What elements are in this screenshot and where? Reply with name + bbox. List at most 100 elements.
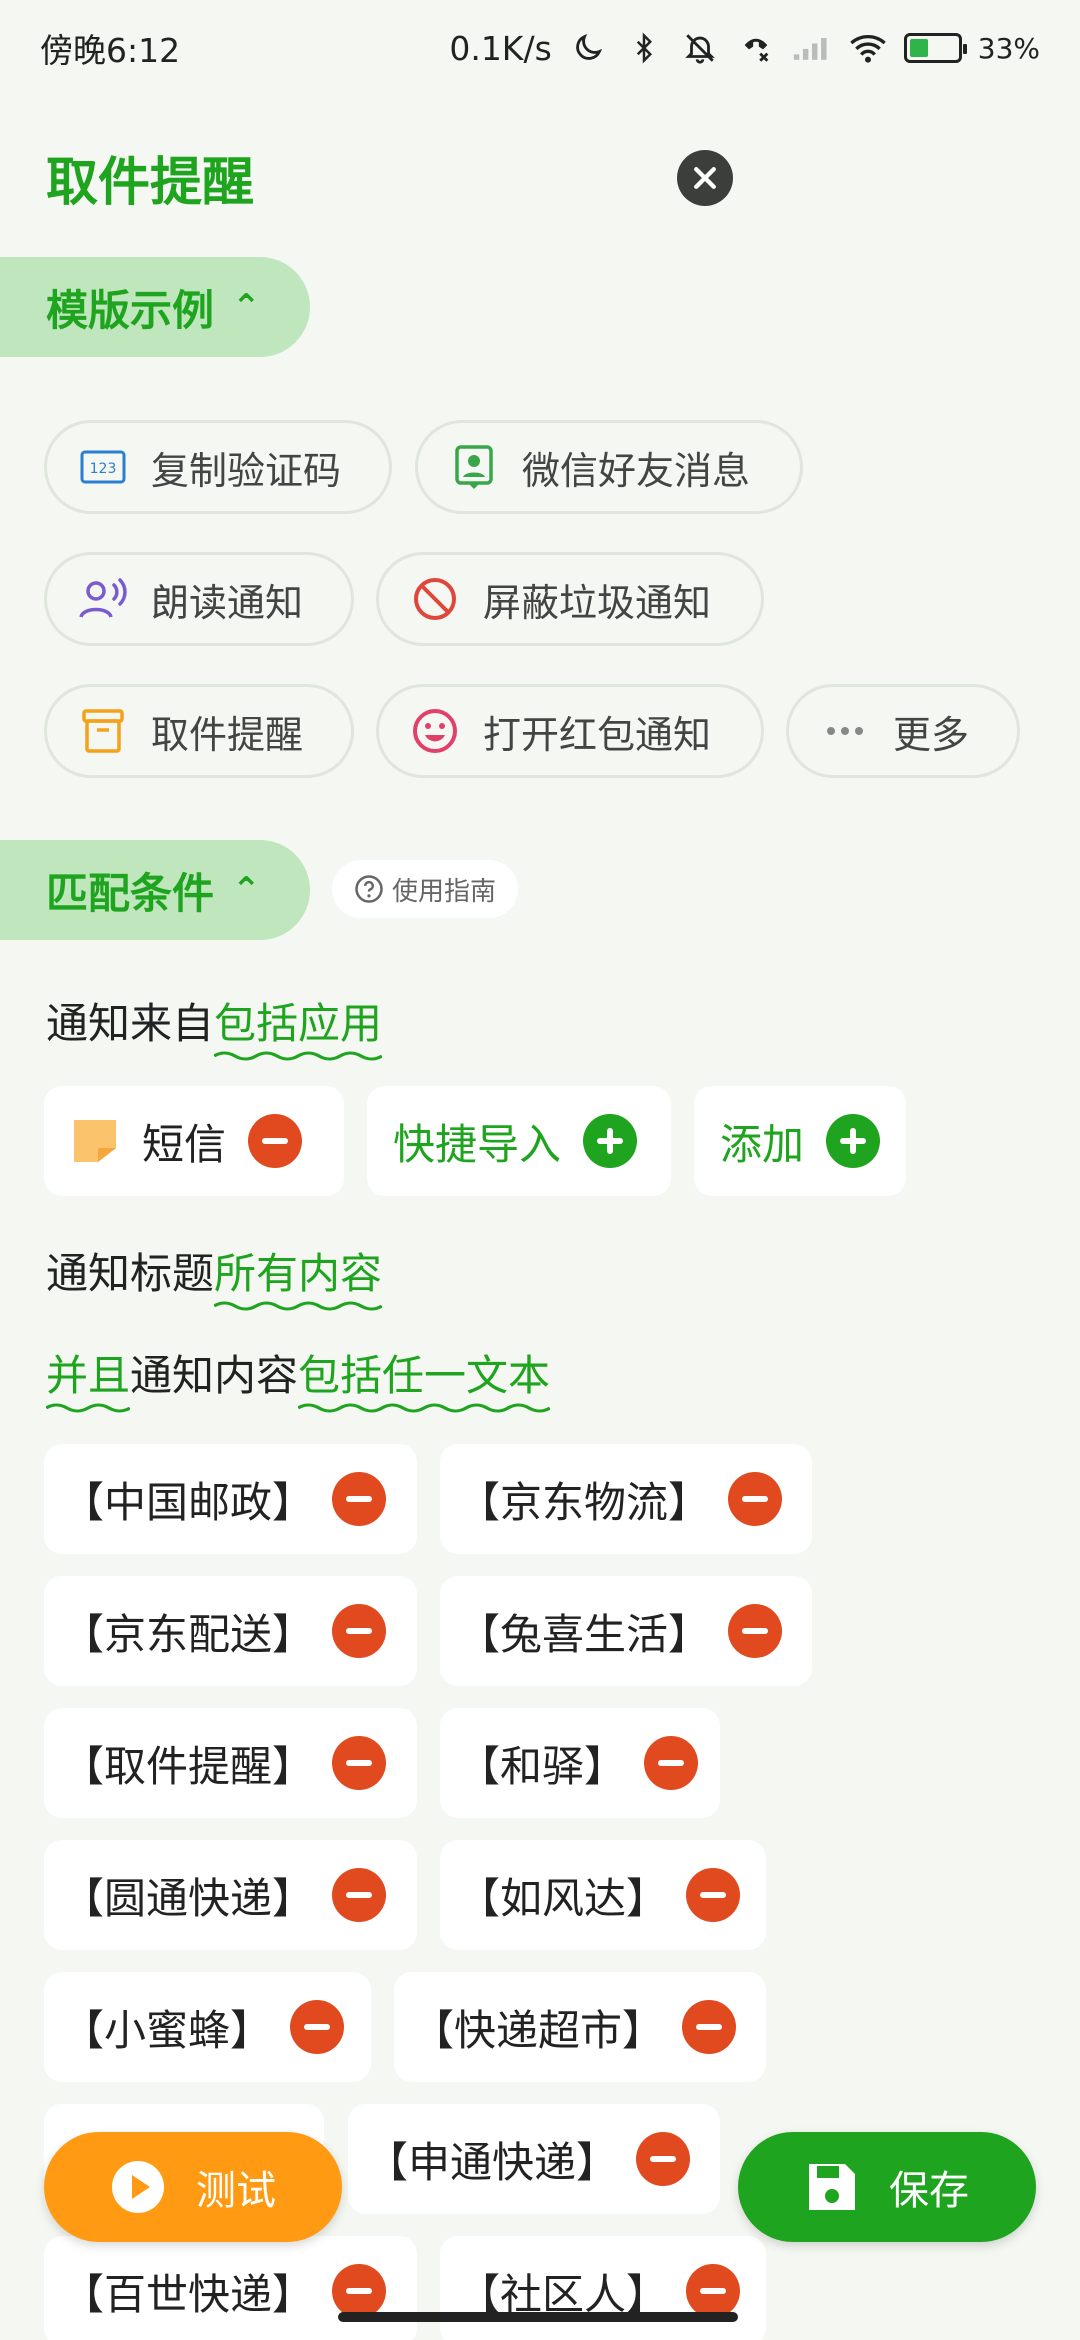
keyword-label: 【京东物流】 <box>458 1477 711 1527</box>
battery-level: 33% <box>977 31 1040 65</box>
save-button[interactable]: 保存 <box>738 2132 1036 2242</box>
keyword-chip[interactable]: 【百世快递】 <box>44 2236 417 2340</box>
template-chip-verify-code[interactable]: 123 复制验证码 <box>44 420 392 514</box>
keyword-label: 【快递超市】 <box>412 2005 665 2055</box>
remove-keyword-button[interactable] <box>332 1604 387 1658</box>
remove-app-button[interactable] <box>248 1114 303 1168</box>
moon-icon <box>568 28 608 68</box>
chip-label: 屏蔽垃圾通知 <box>483 580 712 625</box>
remove-keyword-button[interactable] <box>686 1868 741 1922</box>
plus-icon <box>826 1114 880 1168</box>
chip-label: 微信好友消息 <box>522 448 751 493</box>
source-prefix: 通知来自 <box>46 999 215 1048</box>
chevron-up-icon: ⌃ <box>232 870 261 910</box>
remove-keyword-button[interactable] <box>332 1472 387 1526</box>
template-chip-read-aloud[interactable]: 朗读通知 <box>44 552 354 646</box>
quick-import-label: 快捷导入 <box>393 1119 562 1169</box>
numbers-icon: 123 <box>77 441 129 493</box>
source-mode-label: 包括应用 <box>214 999 383 1048</box>
title-mode-selector[interactable]: 所有内容 <box>214 1249 383 1311</box>
wavy-underline <box>214 1301 383 1311</box>
bell-muted-icon <box>680 28 720 68</box>
chip-label: 复制验证码 <box>151 448 342 493</box>
keyword-chip[interactable]: 【申通快递】 <box>348 2104 720 2214</box>
conditions-section-label: 匹配条件 <box>46 868 215 918</box>
source-mode-selector[interactable]: 包括应用 <box>214 999 383 1061</box>
keyword-label: 【申通快递】 <box>366 2137 619 2187</box>
template-chip-wechat-friend[interactable]: 微信好友消息 <box>415 420 803 514</box>
logic-operator-label: 并且 <box>46 1351 131 1400</box>
keyword-chip[interactable]: 【京东物流】 <box>440 1444 812 1554</box>
source-condition-line: 通知来自包括应用 <box>46 990 383 1061</box>
remove-keyword-button[interactable] <box>644 1736 699 1790</box>
keyword-label: 【圆通快递】 <box>62 1873 315 1923</box>
keyword-chip[interactable]: 【如风达】 <box>440 1840 766 1950</box>
guide-button[interactable]: 使用指南 <box>332 860 518 918</box>
wavy-underline <box>298 1403 551 1413</box>
contact-icon <box>448 441 500 493</box>
content-mode-selector[interactable]: 包括任一文本 <box>298 1351 551 1413</box>
keyword-label: 【中国邮政】 <box>62 1477 315 1527</box>
home-indicator[interactable] <box>338 2312 738 2322</box>
wavy-underline <box>46 1403 131 1413</box>
keyword-chip[interactable]: 【中国邮政】 <box>44 1444 417 1554</box>
remove-keyword-button[interactable] <box>686 2264 741 2318</box>
smile-icon <box>409 705 461 757</box>
keyword-chip[interactable]: 【小蜜蜂】 <box>44 1972 371 2082</box>
app-card-sms[interactable]: 短信 <box>44 1086 344 1196</box>
keyword-label: 【京东配送】 <box>62 1609 315 1659</box>
conditions-section-toggle[interactable]: 匹配条件 ⌃ <box>0 840 310 940</box>
test-label: 测试 <box>196 2168 276 2214</box>
quick-import-button[interactable]: 快捷导入 <box>367 1086 671 1196</box>
page-title: 取件提醒 <box>46 153 255 213</box>
close-button[interactable] <box>677 150 733 206</box>
content-mode-label: 包括任一文本 <box>298 1351 551 1400</box>
play-icon <box>112 2161 164 2213</box>
bluetooth-icon <box>624 28 664 68</box>
chip-label: 更多 <box>893 712 970 757</box>
remove-keyword-button[interactable] <box>332 1736 387 1790</box>
remove-keyword-button[interactable] <box>332 1868 387 1922</box>
keyword-chip[interactable]: 【和驿】 <box>440 1708 720 1818</box>
title-condition-line: 通知标题所有内容 <box>46 1240 383 1311</box>
signal-icon <box>792 28 832 68</box>
remove-keyword-button[interactable] <box>290 2000 345 2054</box>
status-time: 傍晚6:12 <box>40 31 181 70</box>
logic-operator-selector[interactable]: 并且 <box>46 1351 131 1413</box>
test-button[interactable]: 测试 <box>44 2132 342 2242</box>
remove-keyword-button[interactable] <box>332 2264 387 2318</box>
close-icon <box>694 167 716 189</box>
keyword-chip[interactable]: 【社区人】 <box>440 2236 766 2340</box>
remove-keyword-button[interactable] <box>682 2000 737 2054</box>
template-chip-block-spam[interactable]: 屏蔽垃圾通知 <box>376 552 764 646</box>
content-prefix: 通知内容 <box>130 1351 299 1400</box>
remove-keyword-button[interactable] <box>728 1472 783 1526</box>
templates-section-label: 模版示例 <box>46 285 215 335</box>
app-label: 短信 <box>142 1119 227 1169</box>
block-icon <box>409 573 461 625</box>
template-chip-red-packet[interactable]: 打开红包通知 <box>376 684 764 778</box>
keyword-label: 【取件提醒】 <box>62 1741 315 1791</box>
add-app-button[interactable]: 添加 <box>694 1086 906 1196</box>
remove-keyword-button[interactable] <box>636 2132 691 2186</box>
template-chip-more[interactable]: 更多 <box>786 684 1020 778</box>
save-label: 保存 <box>889 2168 969 2214</box>
speaker-person-icon <box>77 573 129 625</box>
sms-app-icon <box>70 1116 120 1166</box>
keyword-label: 【和驿】 <box>458 1741 627 1791</box>
templates-section-toggle[interactable]: 模版示例 ⌃ <box>0 257 310 357</box>
remove-keyword-button[interactable] <box>728 1604 783 1658</box>
status-icons: 0.1K/s 33% <box>449 28 1040 68</box>
wifi-icon <box>848 28 888 68</box>
keyword-chip[interactable]: 【快递超市】 <box>394 1972 766 2082</box>
template-chip-pickup[interactable]: 取件提醒 <box>44 684 354 778</box>
keyword-chip[interactable]: 【圆通快递】 <box>44 1840 417 1950</box>
keyword-label: 【如风达】 <box>458 1873 669 1923</box>
keyword-chip[interactable]: 【取件提醒】 <box>44 1708 417 1818</box>
keyword-chip[interactable]: 【京东配送】 <box>44 1576 417 1686</box>
call-off-icon <box>736 28 776 68</box>
guide-label: 使用指南 <box>391 876 496 907</box>
chip-label: 取件提醒 <box>151 712 304 757</box>
battery-icon <box>903 33 967 63</box>
keyword-chip[interactable]: 【兔喜生活】 <box>440 1576 812 1686</box>
